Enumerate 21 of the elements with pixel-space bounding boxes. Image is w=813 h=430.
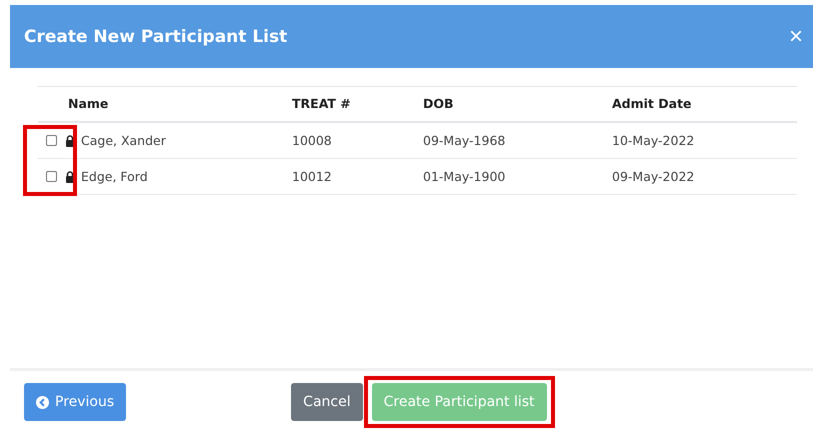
column-header: TREAT # (292, 87, 423, 123)
cancel-button[interactable]: Cancel (291, 383, 363, 421)
table-cell: 10-May-2022 (612, 133, 694, 148)
table-cell: 10012 (292, 169, 332, 184)
previous-button[interactable]: Previous (24, 383, 126, 421)
table-cell: 09-May-2022 (612, 169, 694, 184)
column-header: DOB (423, 87, 612, 123)
table-cell: 01-May-1900 (423, 169, 506, 184)
create-button[interactable]: Create Participant list (372, 383, 547, 421)
column-header: Admit Date (612, 87, 797, 123)
name-cell: Cage, Xander (81, 133, 166, 148)
dialog-title: Create New Participant List (24, 26, 288, 46)
column-header: Name (38, 87, 292, 123)
checkbox[interactable] (46, 171, 57, 182)
lock-icon (65, 134, 75, 146)
name-cell: Edge, Ford (81, 169, 148, 184)
checkbox[interactable] (46, 135, 57, 146)
close-button[interactable]: × (784, 22, 807, 50)
table-cell: 09-May-1968 (423, 133, 506, 148)
lock-icon (65, 170, 75, 182)
table-cell: 10008 (292, 133, 332, 148)
